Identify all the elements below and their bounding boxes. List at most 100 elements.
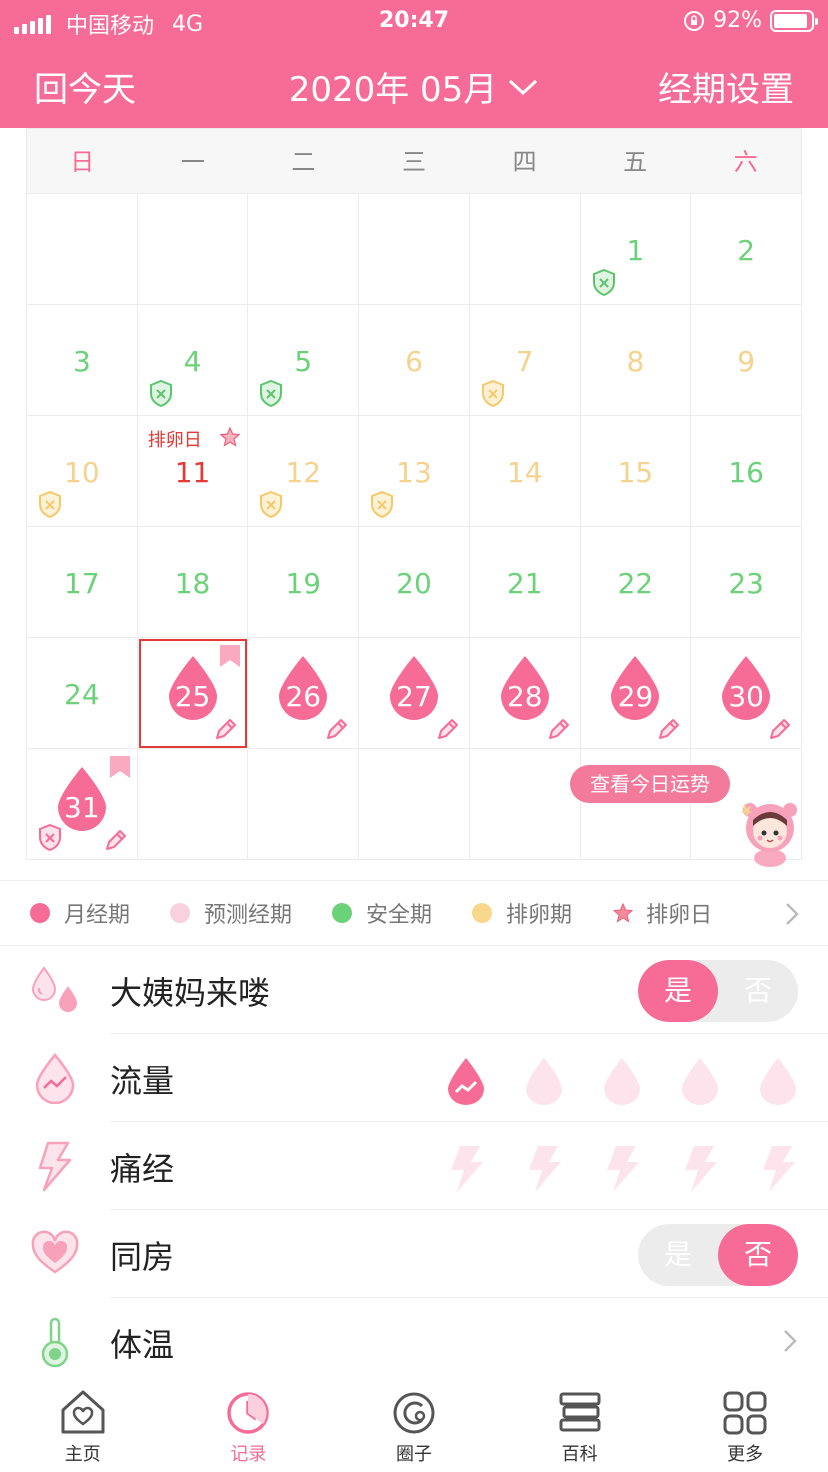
pen-icon[interactable]	[767, 716, 793, 742]
pain-level-bolt[interactable]	[758, 1144, 798, 1194]
tab-wiki-label: 百科	[561, 1444, 598, 1465]
flow-level-drop[interactable]	[602, 1056, 642, 1106]
thermometer-icon	[41, 1317, 69, 1368]
calendar-empty-cell	[359, 749, 470, 860]
calendar-day[interactable]: 31	[27, 749, 138, 860]
today-fortune-button[interactable]: 查看今日运势	[570, 765, 730, 803]
tab-home[interactable]: 主页	[0, 1384, 166, 1472]
pain-level-picker[interactable]	[446, 1144, 798, 1194]
calendar-day[interactable]: 25	[137, 638, 249, 749]
bookmark-icon	[109, 756, 130, 778]
calendar-day[interactable]: 22	[580, 527, 692, 638]
calendar-day[interactable]: 4	[137, 305, 249, 416]
weekday-header: 日 一 二 三 四 五 六	[26, 128, 802, 194]
period-came-toggle[interactable]: 是 否	[638, 960, 798, 1022]
calendar-day[interactable]: 18	[137, 527, 249, 638]
tab-wiki[interactable]: 百科	[497, 1384, 663, 1472]
calendar-day[interactable]: 21	[469, 527, 581, 638]
tab-more[interactable]: 更多	[662, 1384, 828, 1472]
pain-level-bolt[interactable]	[680, 1144, 720, 1194]
day-number: 19	[285, 567, 322, 600]
day-number: 2	[737, 234, 756, 267]
day-number: 10	[64, 456, 100, 489]
calendar-empty-cell	[248, 194, 360, 305]
tab-circle-label: 圈子	[395, 1444, 432, 1465]
calendar-empty-cell	[27, 194, 138, 305]
calendar: 日 一 二 三 四 五 六 1 2 3 4 5 6 7 8 9 10 11 排卵日 12 13 14 15 16…	[26, 128, 802, 860]
tab-record[interactable]: 记录	[166, 1384, 332, 1472]
pen-icon[interactable]	[324, 716, 350, 742]
pain-level-bolt[interactable]	[602, 1144, 642, 1194]
calendar-day[interactable]: 13	[359, 416, 470, 527]
pen-icon[interactable]	[435, 716, 461, 742]
calendar-day[interactable]: 26	[248, 638, 360, 749]
day-number: 26	[285, 680, 322, 713]
calendar-day[interactable]: 3	[27, 305, 138, 416]
calendar-day[interactable]: 6	[359, 305, 470, 416]
legend-ovulation-period-label: 排卵期	[506, 903, 573, 928]
calendar-grid: 1 2 3 4 5 6 7 8 9 10 11 排卵日 12 13 14 15 16 17 18 19 20 21 22 23…	[26, 194, 802, 860]
calendar-day[interactable]: 29	[580, 638, 692, 749]
mascot-icon[interactable]	[736, 798, 804, 868]
calendar-day[interactable]: 14	[469, 416, 581, 527]
grid-icon	[723, 1391, 767, 1435]
flow-level-drop[interactable]	[680, 1056, 720, 1106]
legend-bar[interactable]: 月经期 预测经期 安全期 排卵期 排卵日	[0, 880, 828, 946]
calendar-day[interactable]: 27	[359, 638, 470, 749]
calendar-day[interactable]: 12	[248, 416, 360, 527]
calendar-day[interactable]: 9	[691, 305, 802, 416]
period-came-yes[interactable]: 是	[638, 960, 718, 1022]
tab-record-label: 记录	[230, 1444, 267, 1465]
flow-level-picker[interactable]	[446, 1056, 798, 1106]
period-came-no[interactable]: 否	[718, 960, 798, 1022]
star-icon	[612, 902, 634, 923]
calendar-day[interactable]: 5	[248, 305, 360, 416]
chevron-right-icon	[784, 1330, 797, 1352]
calendar-day[interactable]: 17	[27, 527, 138, 638]
status-right: 92%	[683, 8, 818, 33]
calendar-day[interactable]: 28	[469, 638, 581, 749]
flow-level-drop[interactable]	[446, 1056, 486, 1106]
period-settings-button[interactable]: 经期设置	[658, 62, 794, 111]
calendar-day[interactable]: 23	[691, 527, 802, 638]
intimacy-yes[interactable]: 是	[638, 1224, 718, 1286]
day-number: 29	[617, 680, 654, 713]
intimacy-toggle[interactable]: 是 否	[638, 1224, 798, 1286]
pen-icon[interactable]	[546, 716, 572, 742]
row-temperature[interactable]: 体温	[0, 1298, 828, 1386]
calendar-day[interactable]: 2	[691, 194, 802, 305]
calendar-empty-cell	[469, 749, 581, 860]
calendar-day[interactable]: 15	[580, 416, 692, 527]
calendar-day[interactable]: 10	[27, 416, 138, 527]
flow-level-drop[interactable]	[758, 1056, 798, 1106]
calendar-day[interactable]: 7	[469, 305, 581, 416]
legend-predicted-label: 预测经期	[204, 903, 293, 928]
calendar-day[interactable]: 30	[691, 638, 802, 749]
calendar-day[interactable]: 20	[359, 527, 470, 638]
chevron-right-icon[interactable]	[784, 901, 800, 927]
legend-safe: 安全期	[332, 897, 432, 929]
pen-icon[interactable]	[103, 827, 129, 853]
lightning-icon	[38, 1141, 72, 1192]
bookmark-icon	[220, 645, 241, 667]
shield-icon	[481, 379, 504, 407]
pen-icon[interactable]	[656, 716, 682, 742]
legend-ovulation-day: 排卵日	[612, 897, 712, 929]
calendar-day[interactable]: 11 排卵日	[137, 416, 249, 527]
tab-circle[interactable]: 圈子	[331, 1384, 497, 1472]
pain-level-bolt[interactable]	[446, 1144, 486, 1194]
intimacy-no[interactable]: 否	[718, 1224, 798, 1286]
calendar-day[interactable]: 19	[248, 527, 360, 638]
calendar-day[interactable]: 8	[580, 305, 692, 416]
day-number: 15	[617, 456, 654, 489]
legend-ovulation-period: 排卵期	[472, 897, 572, 929]
tab-home-label: 主页	[64, 1444, 101, 1465]
calendar-day[interactable]: 16	[691, 416, 802, 527]
pain-level-bolt[interactable]	[524, 1144, 564, 1194]
calendar-day[interactable]: 24	[27, 638, 138, 749]
flow-level-drop[interactable]	[524, 1056, 564, 1106]
day-number: 27	[396, 680, 432, 713]
day-number: 16	[728, 456, 764, 489]
calendar-day[interactable]: 1	[580, 194, 692, 305]
pen-icon[interactable]	[213, 716, 239, 742]
